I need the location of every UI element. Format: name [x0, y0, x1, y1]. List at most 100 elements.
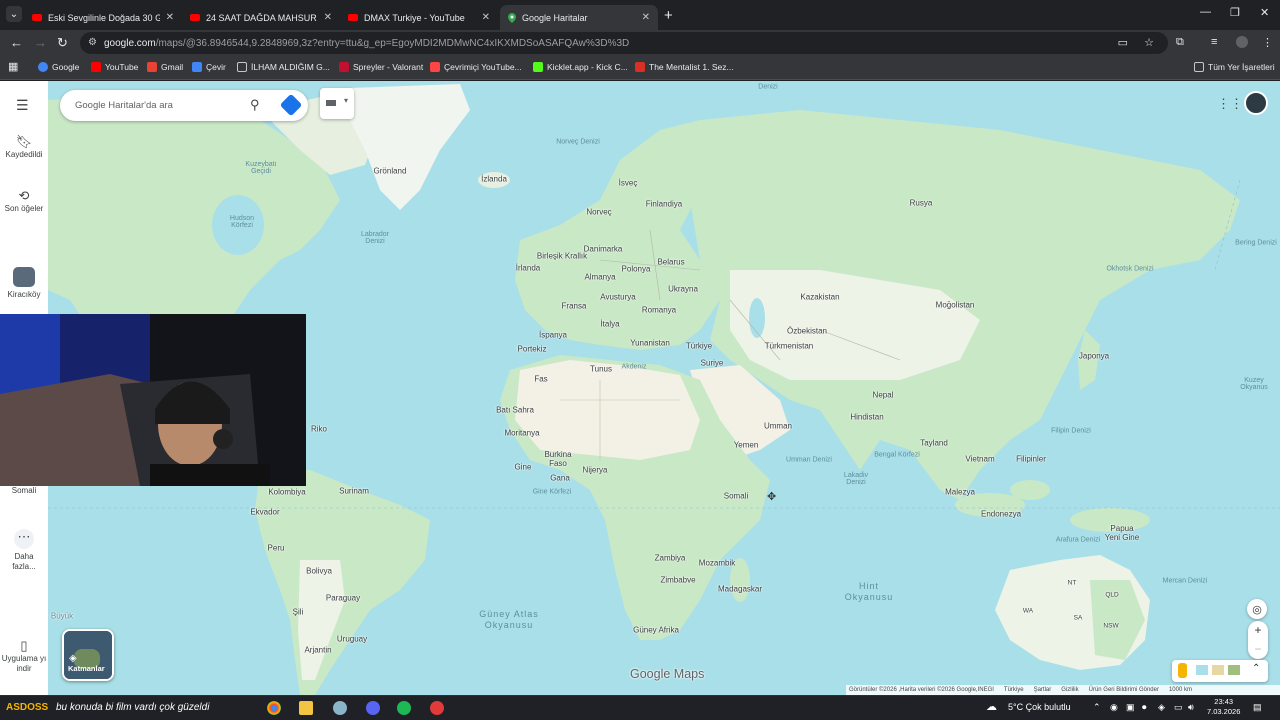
- sidebar-item-saved[interactable]: 🔖︎ Kaydedildi: [0, 135, 48, 160]
- weather-icon[interactable]: ☁: [986, 700, 997, 713]
- layers-button[interactable]: ◈ Katmanlar: [62, 629, 114, 681]
- bookmark-kicklet[interactable]: Kicklet.app - Kick C...: [533, 62, 628, 72]
- map-type-strip[interactable]: ⌃: [1172, 660, 1268, 682]
- expand-icon[interactable]: ⌃: [1252, 663, 1260, 674]
- cast-icon[interactable]: ▭: [1118, 36, 1128, 49]
- map-label: Burkina Faso: [544, 450, 572, 468]
- profile-avatar[interactable]: [1236, 36, 1248, 48]
- tab-search-button[interactable]: ⌄: [6, 6, 22, 22]
- directions-icon[interactable]: [279, 93, 303, 117]
- search-box[interactable]: Google Haritalar'da ara ⚲: [60, 90, 308, 121]
- map-label: NT: [1067, 579, 1077, 587]
- bookmark-folder[interactable]: İLHAM ALDIĞIM G...: [237, 62, 330, 72]
- folder-icon: [1194, 62, 1204, 72]
- search-icon[interactable]: ⚲: [250, 97, 260, 113]
- new-tab-icon[interactable]: +: [664, 7, 673, 24]
- satellite-thumb[interactable]: [1228, 665, 1240, 675]
- spotify-icon[interactable]: [397, 701, 411, 715]
- file-explorer-icon[interactable]: [299, 701, 313, 715]
- apps-grid-icon[interactable]: ▦: [8, 60, 18, 73]
- feedback-link[interactable]: Ürün Geri Bildirimi Gönder: [1089, 687, 1159, 693]
- map-label: Türkiye: [685, 341, 713, 351]
- region-link[interactable]: Türkiye: [1004, 687, 1024, 693]
- google-apps-icon[interactable]: ⋮⋮: [1217, 96, 1243, 112]
- volume-icon[interactable]: 🔊︎: [1188, 702, 1194, 713]
- star-icon[interactable]: ☆: [1144, 36, 1154, 49]
- bookmark-translate[interactable]: Çevir: [192, 62, 226, 72]
- site-info-icon[interactable]: ⚙: [88, 37, 97, 48]
- sidebar-item-somali[interactable]: Somali: [0, 486, 48, 496]
- reload-icon[interactable]: ↻: [57, 35, 68, 51]
- tab-3[interactable]: DMAX Turkiye - YouTube ✕: [340, 5, 498, 30]
- bookmark-label: Çevir: [206, 62, 226, 72]
- ocean-label: Hudson Körfezi: [229, 215, 255, 229]
- bookmark-mentalist[interactable]: The Mentalist 1. Sez...: [635, 62, 734, 72]
- map-label: Türkmenistan: [764, 341, 814, 351]
- bookmark-google[interactable]: Google: [38, 62, 79, 72]
- weather-text[interactable]: 5°C Çok bulutlu: [1008, 702, 1071, 712]
- sidebar-item-download-app[interactable]: ▯ Uygulama yı indir: [0, 639, 48, 674]
- pegman-icon[interactable]: [1178, 663, 1187, 678]
- tab-close-icon[interactable]: ✕: [324, 12, 332, 23]
- privacy-link[interactable]: Gizlilik: [1061, 687, 1078, 693]
- map-label: Uruguay: [336, 634, 368, 644]
- zoom-out-icon[interactable]: −: [1248, 640, 1268, 659]
- restore-icon[interactable]: ❐: [1230, 6, 1240, 19]
- extensions-icon[interactable]: ⧉: [1176, 36, 1184, 49]
- bookmark-valorant[interactable]: Spreyler - Valorant: [339, 62, 423, 72]
- bookmark-youtube-online[interactable]: Çevrimiçi YouTube...: [430, 62, 522, 72]
- menu-icon[interactable]: ⋮: [1262, 36, 1273, 49]
- search-input[interactable]: Google Haritalar'da ara: [75, 100, 173, 111]
- tab-2[interactable]: 24 SAAT DAĞDA MAHSUR KALD ✕: [182, 5, 340, 30]
- mic-icon[interactable]: ⏺: [1142, 702, 1147, 713]
- notifications-icon[interactable]: ▤: [1253, 702, 1262, 713]
- url-host: google.com: [104, 37, 156, 49]
- wifi-icon[interactable]: ◈: [1158, 702, 1165, 713]
- url-path: /maps/@36.8946544,9.2848969,3z?entry=ttu…: [155, 37, 630, 49]
- terms-link[interactable]: Şartlar: [1034, 687, 1052, 693]
- discord-icon[interactable]: [366, 701, 380, 715]
- attribution-text: Görüntüler ©2026 ,Harita verileri ©2026 …: [849, 687, 994, 693]
- app-icon[interactable]: [333, 701, 347, 715]
- tab-close-icon[interactable]: ✕: [166, 12, 174, 23]
- tab-4[interactable]: Google Haritalar ✕: [500, 5, 658, 30]
- tab-close-icon[interactable]: ✕: [482, 12, 490, 23]
- hamburger-menu-icon[interactable]: ☰: [16, 97, 29, 114]
- scale-bar[interactable]: 1000 km: [1169, 687, 1192, 693]
- map-label: Filipinler: [1016, 454, 1046, 464]
- map-thumb[interactable]: [1196, 665, 1208, 675]
- close-window-icon[interactable]: ✕: [1260, 6, 1269, 19]
- zoom-in-icon[interactable]: +: [1248, 621, 1268, 640]
- ocean-label: Gine Körfezi: [532, 488, 572, 496]
- account-avatar[interactable]: [1244, 91, 1268, 115]
- chrome-icon[interactable]: [267, 701, 281, 715]
- my-location-icon[interactable]: ◎: [1247, 599, 1267, 619]
- network-icon[interactable]: ▣: [1126, 702, 1135, 713]
- address-bar[interactable]: ⚙ google.com/maps/@36.8946544,9.2848969,…: [80, 32, 1168, 54]
- all-bookmarks[interactable]: Tüm Yer İşaretleri: [1194, 62, 1275, 72]
- network-status-icon[interactable]: ▭: [1174, 702, 1183, 713]
- forward-icon[interactable]: →: [34, 35, 47, 50]
- map-label: Güney Afrika: [633, 625, 679, 635]
- obs-icon[interactable]: [430, 701, 444, 715]
- media-icon[interactable]: ≡: [1211, 36, 1217, 48]
- tab-close-icon[interactable]: ✕: [642, 12, 650, 23]
- tray-app-icon[interactable]: ◉: [1110, 702, 1118, 713]
- map-label: Gine: [514, 462, 532, 472]
- sidebar-item-more[interactable]: ⋯ Daha fazla...: [0, 529, 48, 572]
- map-label: Grönland: [373, 166, 407, 176]
- category-filter-button[interactable]: ▾: [320, 88, 354, 119]
- zoom-control: + −: [1248, 621, 1268, 659]
- sidebar-item-kiracikoy[interactable]: Kiracıköy: [0, 267, 48, 300]
- ocean-label: Bering Denizi: [1235, 239, 1277, 247]
- tab-1[interactable]: Eski Sevgilinle Doğada 30 Gün H ✕: [24, 5, 182, 30]
- map-label: Surinam: [339, 486, 369, 496]
- bookmark-gmail[interactable]: Gmail: [147, 62, 183, 72]
- back-icon[interactable]: ←: [10, 35, 23, 50]
- terrain-thumb[interactable]: [1212, 665, 1224, 675]
- sidebar-item-recent[interactable]: ⟲ Son öğeler: [0, 189, 48, 214]
- bookmark-youtube[interactable]: YouTube: [91, 62, 138, 72]
- minimize-icon[interactable]: —: [1200, 6, 1211, 18]
- tray-chevron-icon[interactable]: ⌃: [1093, 702, 1101, 713]
- clock[interactable]: 23:43 7.03.2026: [1207, 697, 1240, 717]
